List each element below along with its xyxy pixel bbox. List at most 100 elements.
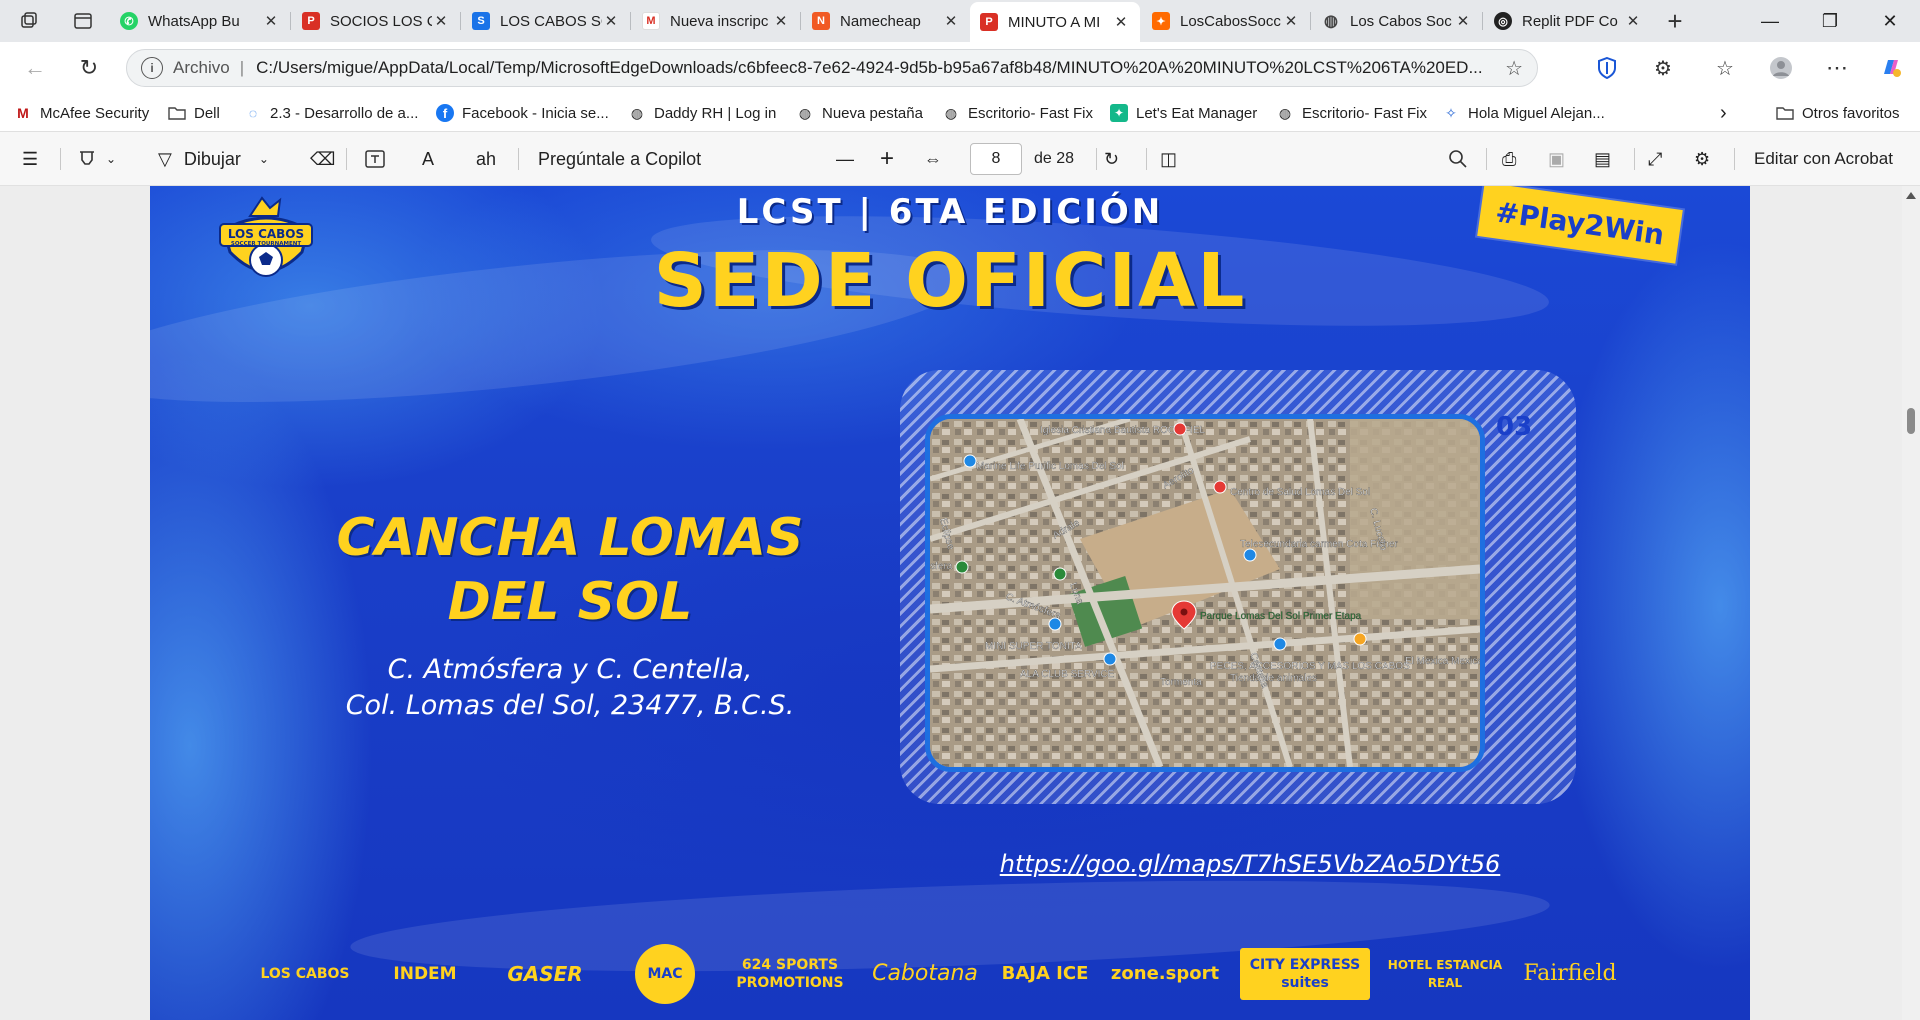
tab-los-cabos-soc[interactable]: ◍ Los Cabos Soc ✕ bbox=[1312, 4, 1482, 38]
tab-gmail[interactable]: M Nueva inscripc ✕ bbox=[632, 4, 800, 38]
close-tab-icon[interactable]: ✕ bbox=[1112, 13, 1130, 31]
page-badge: 03 bbox=[1496, 412, 1533, 442]
page-view-icon[interactable]: ◫ bbox=[1160, 146, 1177, 172]
new-tab-icon[interactable]: + bbox=[1660, 6, 1690, 36]
profile-avatar-icon[interactable] bbox=[1766, 53, 1796, 83]
tab-title: LOS CABOS SC bbox=[500, 12, 602, 30]
favorite-facebook[interactable]: f Facebook - Inicia se... bbox=[436, 102, 609, 124]
favorite-daddy-rh[interactable]: ◍ Daddy RH | Log in bbox=[628, 102, 776, 124]
favorite-dell[interactable]: Dell bbox=[168, 102, 220, 124]
close-tab-icon[interactable]: ✕ bbox=[432, 12, 450, 30]
tab-whatsapp[interactable]: ✆ WhatsApp Bu ✕ bbox=[110, 4, 290, 38]
translate-icon[interactable]: ah bbox=[476, 146, 496, 172]
highlight-icon[interactable]: ⌄ bbox=[76, 146, 116, 172]
scrollbar-thumb[interactable] bbox=[1907, 408, 1915, 434]
favorite-hola-miguel[interactable]: ✧ Hola Miguel Alejan... bbox=[1442, 102, 1605, 124]
tab-los-cabos-sc[interactable]: S LOS CABOS SC ✕ bbox=[462, 4, 630, 38]
favorite-star-icon[interactable]: ☆ bbox=[1505, 56, 1523, 81]
close-tab-icon[interactable]: ✕ bbox=[262, 12, 280, 30]
zoom-in-icon[interactable]: + bbox=[880, 145, 894, 172]
more-menu-icon[interactable]: ⋯ bbox=[1822, 53, 1852, 83]
map-label: Telesecundaria carmen Cota Fisher bbox=[1240, 539, 1399, 550]
globe-icon: ◍ bbox=[1278, 104, 1292, 121]
draw-button[interactable]: ▽ Dibujar ⌄ bbox=[158, 146, 269, 172]
sponsors-row: LOS CABOS INDEM GASER MAC 624 SPORTS PRO… bbox=[250, 934, 1650, 1014]
sponsor-logo: HOTEL ESTANCIA REAL bbox=[1387, 958, 1503, 990]
tab-loscabossocc[interactable]: ✦ LosCabosSocc ✕ bbox=[1142, 4, 1310, 38]
chevron-right-icon[interactable]: › bbox=[1720, 102, 1727, 124]
loading-icon: ◌ bbox=[248, 105, 258, 121]
tab-title: Los Cabos Soc bbox=[1350, 12, 1452, 30]
read-aloud-icon[interactable]: A bbox=[422, 146, 434, 172]
favorite-nueva-pestana[interactable]: ◍ Nueva pestaña bbox=[796, 102, 923, 124]
close-tab-icon[interactable]: ✕ bbox=[942, 12, 960, 30]
eraser-icon[interactable]: ⌫ bbox=[310, 146, 335, 172]
extensions-icon[interactable]: ⚙ bbox=[1648, 53, 1678, 83]
restore-icon[interactable]: ❐ bbox=[1800, 0, 1860, 42]
sponsor-logo: CITY EXPRESS suites bbox=[1240, 934, 1370, 1014]
copilot-icon[interactable] bbox=[1876, 53, 1906, 83]
zoom-out-icon[interactable]: — bbox=[836, 146, 854, 172]
refresh-icon[interactable]: ↻ bbox=[74, 53, 104, 83]
favorites-icon[interactable]: ☆ bbox=[1710, 53, 1740, 83]
tab-minuto-a-minuto[interactable]: P MINUTO A MI ✕ bbox=[970, 2, 1140, 42]
address-row: ← ↻ i Archivo | C:/Users/migue/AppData/L… bbox=[0, 42, 1920, 94]
edit-with-acrobat-button[interactable]: Editar con Acrobat bbox=[1754, 146, 1893, 172]
print-icon[interactable]: ⎙ bbox=[1502, 146, 1516, 172]
contents-list-icon[interactable]: ☰ bbox=[22, 146, 38, 172]
close-window-icon[interactable]: ✕ bbox=[1860, 0, 1920, 42]
map-label: Marine Life Purific Lomas Del Sol bbox=[976, 461, 1124, 472]
info-icon[interactable]: i bbox=[141, 57, 163, 79]
chevron-down-icon[interactable]: ⌄ bbox=[259, 152, 269, 166]
settings-gear-icon[interactable]: ⚙ bbox=[1694, 146, 1710, 172]
copilot-button[interactable]: Pregúntale a Copilot bbox=[538, 146, 701, 172]
close-tab-icon[interactable]: ✕ bbox=[1282, 12, 1300, 30]
draw-label: Dibujar bbox=[183, 148, 241, 169]
workspaces-icon[interactable] bbox=[14, 6, 44, 36]
s-app-icon: S bbox=[472, 12, 490, 30]
favorite-mcafee[interactable]: M McAfee Security bbox=[14, 102, 149, 124]
back-icon[interactable]: ← bbox=[20, 53, 50, 83]
tab-strip: ✆ WhatsApp Bu ✕ P SOCIOS LOS C ✕ S LOS C… bbox=[0, 0, 1920, 42]
favorite-escritorio-2[interactable]: ◍ Escritorio- Fast Fix bbox=[1276, 102, 1427, 124]
page-number-input[interactable]: 8 bbox=[970, 143, 1022, 175]
globe-icon: ◍ bbox=[1324, 13, 1338, 30]
other-favorites[interactable]: Otros favoritos bbox=[1776, 102, 1900, 124]
tab-namecheap[interactable]: N Namecheap ✕ bbox=[802, 4, 970, 38]
google-maps-link[interactable]: https://goo.gl/maps/T7hSE5VbZAo5DYt56 bbox=[800, 850, 1700, 878]
tab-title: Replit PDF Co bbox=[1522, 12, 1618, 30]
minimize-icon[interactable]: — bbox=[1740, 0, 1800, 42]
url-text[interactable]: C:/Users/migue/AppData/Local/Temp/Micros… bbox=[256, 58, 1497, 78]
fit-page-icon[interactable]: ⇔ bbox=[924, 146, 942, 172]
close-tab-icon[interactable]: ✕ bbox=[1454, 12, 1472, 30]
page-number: 8 bbox=[991, 150, 1001, 167]
favorite-escritorio-1[interactable]: ◍ Escritorio- Fast Fix bbox=[942, 102, 1093, 124]
sponsor-logo: GASER bbox=[507, 962, 583, 986]
close-tab-icon[interactable]: ✕ bbox=[1624, 12, 1642, 30]
sponsor-badge: CITY EXPRESS suites bbox=[1240, 948, 1370, 1000]
fullscreen-icon[interactable]: ⤢ bbox=[1648, 146, 1662, 172]
text-box-icon[interactable] bbox=[364, 146, 386, 172]
copilot-label: Pregúntale a Copilot bbox=[538, 148, 702, 169]
facebook-icon: f bbox=[436, 104, 454, 122]
tab-replit[interactable]: ◎ Replit PDF Co ✕ bbox=[1484, 4, 1652, 38]
search-icon[interactable] bbox=[1448, 146, 1468, 172]
tab-actions-icon[interactable] bbox=[68, 6, 98, 36]
sponsor-logo: Fairfield bbox=[1523, 961, 1617, 986]
save-icon: ▣ bbox=[1548, 148, 1566, 169]
globe-icon: ◍ bbox=[944, 104, 958, 121]
vertical-scrollbar[interactable] bbox=[1902, 186, 1920, 1020]
globe-icon: ◍ bbox=[798, 104, 812, 121]
tab-socios[interactable]: P SOCIOS LOS C ✕ bbox=[292, 4, 460, 38]
favorite-lets-eat[interactable]: ✦ Let's Eat Manager bbox=[1110, 102, 1257, 124]
favorite-desarrollo[interactable]: ◌ 2.3 - Desarrollo de a... bbox=[244, 102, 419, 124]
shield-icon[interactable] bbox=[1592, 53, 1622, 83]
close-tab-icon[interactable]: ✕ bbox=[772, 12, 790, 30]
rotate-icon[interactable]: ↻ bbox=[1104, 146, 1119, 172]
chevron-down-icon[interactable]: ⌄ bbox=[106, 152, 116, 166]
save-as-icon[interactable]: ▤ bbox=[1594, 146, 1611, 172]
tab-title: MINUTO A MI bbox=[1008, 13, 1101, 31]
close-tab-icon[interactable]: ✕ bbox=[602, 12, 620, 30]
address-bar[interactable]: i Archivo | C:/Users/migue/AppData/Local… bbox=[126, 49, 1538, 87]
scroll-up-icon[interactable] bbox=[1906, 192, 1916, 199]
